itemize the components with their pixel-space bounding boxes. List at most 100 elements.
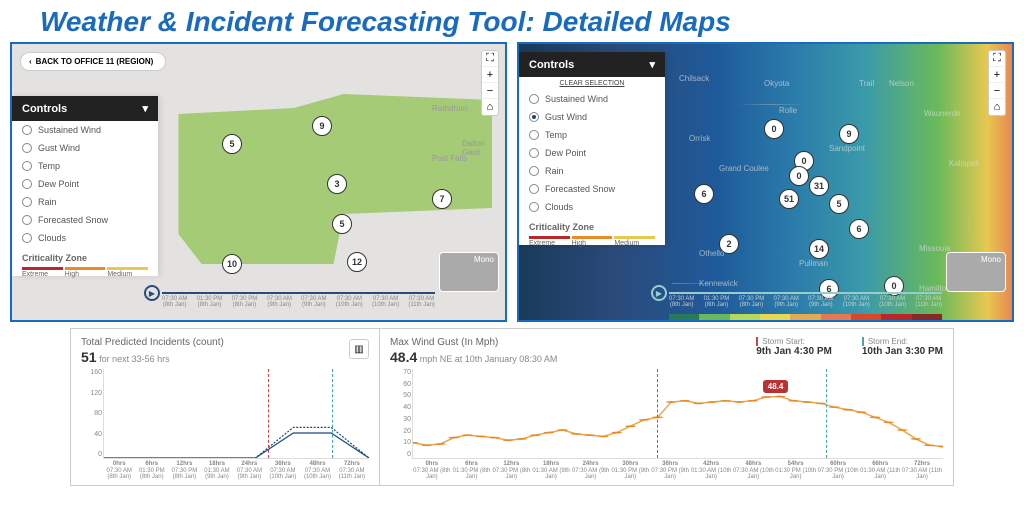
back-button[interactable]: ‹ BACK TO OFFICE 11 (REGION) bbox=[20, 52, 166, 71]
map-marker[interactable]: 51 bbox=[779, 189, 799, 209]
control-item-rain[interactable]: Rain bbox=[519, 162, 665, 180]
y-axis: 706050403020100 bbox=[391, 369, 411, 458]
chevron-down-icon[interactable]: ▾ bbox=[142, 102, 148, 115]
x-tick: 48hrs07:30 AM (10th Jan) bbox=[300, 461, 335, 481]
radio-icon bbox=[22, 179, 32, 189]
timeline-tick: 01:30 PM(8th Jan) bbox=[197, 296, 223, 308]
criticality-medium: Medium bbox=[614, 236, 655, 239]
x-axis: 0hrs07:30 AM (8th Jan)6hrs01:30 PM (8th … bbox=[412, 461, 943, 481]
zoom-button[interactable]: + bbox=[482, 67, 498, 83]
control-item-gust-wind[interactable]: Gust Wind bbox=[519, 108, 665, 126]
timeline-track[interactable]: ▶ bbox=[669, 292, 942, 294]
chart-area-gust: 706050403020100 48.4 bbox=[412, 369, 943, 459]
map-panel-right: Controls ▾ CLEAR SELECTION Sustained Win… bbox=[517, 42, 1014, 322]
timeline-tick: 07:30 AM(10th Jan) bbox=[336, 296, 363, 308]
region-polygon bbox=[162, 64, 492, 264]
control-item-label: Temp bbox=[545, 130, 567, 140]
map-marker[interactable]: 5 bbox=[332, 214, 352, 234]
timeline-tick: 01:30 PM(8th Jan) bbox=[704, 296, 730, 308]
storm-end-label: Storm End: bbox=[862, 337, 908, 346]
controls-header-label: Controls bbox=[529, 59, 574, 71]
x-tick: 36hrs07:30 PM (9th Jan) bbox=[650, 461, 690, 481]
radio-icon bbox=[529, 94, 539, 104]
map-marker[interactable]: 9 bbox=[839, 124, 859, 144]
control-item-gust-wind[interactable]: Gust Wind bbox=[12, 139, 158, 157]
y-tick: 0 bbox=[82, 451, 102, 458]
color-scale-seg bbox=[881, 314, 911, 320]
criticality-label: Criticality Zone bbox=[519, 216, 665, 236]
play-icon[interactable]: ▶ bbox=[144, 285, 160, 301]
zoom-button[interactable]: ⌂ bbox=[989, 99, 1005, 115]
zoom-button[interactable]: + bbox=[989, 67, 1005, 83]
timeline-tick: 07:30 AM(9th Jan) bbox=[267, 296, 292, 308]
x-tick: 18hrs01:30 AM (9th Jan) bbox=[531, 461, 571, 481]
radio-icon bbox=[22, 233, 32, 243]
criticality-extreme: Extreme bbox=[22, 267, 63, 270]
map-marker[interactable]: 31 bbox=[809, 176, 829, 196]
timeline-left[interactable]: ▶ 07:30 AM(8th Jan)01:30 PM(8th Jan)07:3… bbox=[162, 292, 435, 316]
control-item-label: Clouds bbox=[545, 202, 573, 212]
control-item-temp[interactable]: Temp bbox=[12, 157, 158, 175]
clear-selection-link[interactable]: CLEAR SELECTION bbox=[519, 77, 665, 90]
control-item-sustained-wind[interactable]: Sustained Wind bbox=[12, 121, 158, 139]
control-item-clouds[interactable]: Clouds bbox=[12, 229, 158, 247]
control-item-rain[interactable]: Rain bbox=[12, 193, 158, 211]
map-place-label: Chilsack bbox=[679, 74, 709, 83]
control-item-clouds[interactable]: Clouds bbox=[519, 198, 665, 216]
zoom-button[interactable]: − bbox=[482, 83, 498, 99]
map-marker[interactable]: 0 bbox=[764, 119, 784, 139]
timeline-right[interactable]: ▶ 07:30 AM(8th Jan)01:30 PM(8th Jan)07:3… bbox=[669, 292, 942, 316]
map-marker[interactable]: 12 bbox=[347, 252, 367, 272]
storm-end: Storm End: 10th Jan 3:30 PM bbox=[862, 337, 943, 357]
x-tick: 72hrs07:30 AM (11th Jan) bbox=[335, 461, 369, 481]
mono-thumbnail[interactable]: Mono bbox=[439, 252, 499, 292]
map-place-label: Missoula bbox=[919, 244, 951, 253]
radio-icon bbox=[22, 197, 32, 207]
timeline-tick: 07:30 AM(9th Jan) bbox=[301, 296, 326, 308]
map-marker[interactable]: 14 bbox=[809, 239, 829, 259]
storm-info: Storm Start: 9th Jan 4:30 PM Storm End: … bbox=[756, 337, 943, 357]
timeline-track[interactable]: ▶ bbox=[162, 292, 435, 294]
color-scale-seg bbox=[912, 314, 942, 320]
x-tick: 54hrs01:30 PM (10th Jan) bbox=[774, 461, 816, 481]
zoom-button[interactable]: ⛶ bbox=[482, 51, 498, 67]
control-item-dew-point[interactable]: Dew Point bbox=[12, 175, 158, 193]
control-item-forecasted-snow[interactable]: Forecasted Snow bbox=[12, 211, 158, 229]
map-marker[interactable]: 7 bbox=[432, 189, 452, 209]
play-icon[interactable]: ▶ bbox=[651, 285, 667, 301]
chevron-down-icon[interactable]: ▾ bbox=[649, 58, 655, 71]
controls-panel-right: Controls ▾ CLEAR SELECTION Sustained Win… bbox=[519, 52, 665, 245]
bar-chart-icon[interactable]: ▥ bbox=[349, 339, 369, 359]
control-item-temp[interactable]: Temp bbox=[519, 126, 665, 144]
controls-list: Sustained WindGust WindTemp Dew Point Rain… bbox=[12, 121, 158, 247]
map-marker[interactable]: 0 bbox=[789, 166, 809, 186]
timeline-labels: 07:30 AM(8th Jan)01:30 PM(8th Jan)07:30 … bbox=[669, 296, 942, 308]
control-item-sustained-wind[interactable]: Sustained Wind bbox=[519, 90, 665, 108]
zoom-button[interactable]: ⌂ bbox=[482, 99, 498, 115]
y-tick: 10 bbox=[391, 439, 411, 446]
timeline-tick: 07:30 PM(8th Jan) bbox=[232, 296, 258, 308]
radio-icon bbox=[22, 161, 32, 171]
radio-icon bbox=[529, 112, 539, 122]
map-zoom-controls: ⛶+−⌂ bbox=[988, 50, 1006, 116]
timeline-tick: 07:30 AM(10th Jan) bbox=[372, 296, 399, 308]
control-item-label: Dew Point bbox=[38, 179, 79, 189]
storm-start-line bbox=[657, 369, 658, 458]
y-tick: 20 bbox=[391, 428, 411, 435]
map-marker[interactable]: 10 bbox=[222, 254, 242, 274]
mono-thumbnail[interactable]: Mono bbox=[946, 252, 1006, 292]
control-item-dew-point[interactable]: Dew Point bbox=[519, 144, 665, 162]
timeline-tick: 07:30 PM(8th Jan) bbox=[739, 296, 765, 308]
map-marker[interactable]: 3 bbox=[327, 174, 347, 194]
zoom-button[interactable]: − bbox=[989, 83, 1005, 99]
map-marker[interactable]: 5 bbox=[222, 134, 242, 154]
map-marker[interactable]: 9 bbox=[312, 116, 332, 136]
zoom-button[interactable]: ⛶ bbox=[989, 51, 1005, 67]
map-marker[interactable]: 6 bbox=[694, 184, 714, 204]
map-marker[interactable]: 6 bbox=[849, 219, 869, 239]
x-tick: 12hrs07:30 PM (8th Jan) bbox=[168, 461, 201, 481]
control-item-forecasted-snow[interactable]: Forecasted Snow bbox=[519, 180, 665, 198]
storm-start: Storm Start: 9th Jan 4:30 PM bbox=[756, 337, 832, 357]
control-item-label: Gust Wind bbox=[545, 112, 587, 122]
map-marker[interactable]: 5 bbox=[829, 194, 849, 214]
